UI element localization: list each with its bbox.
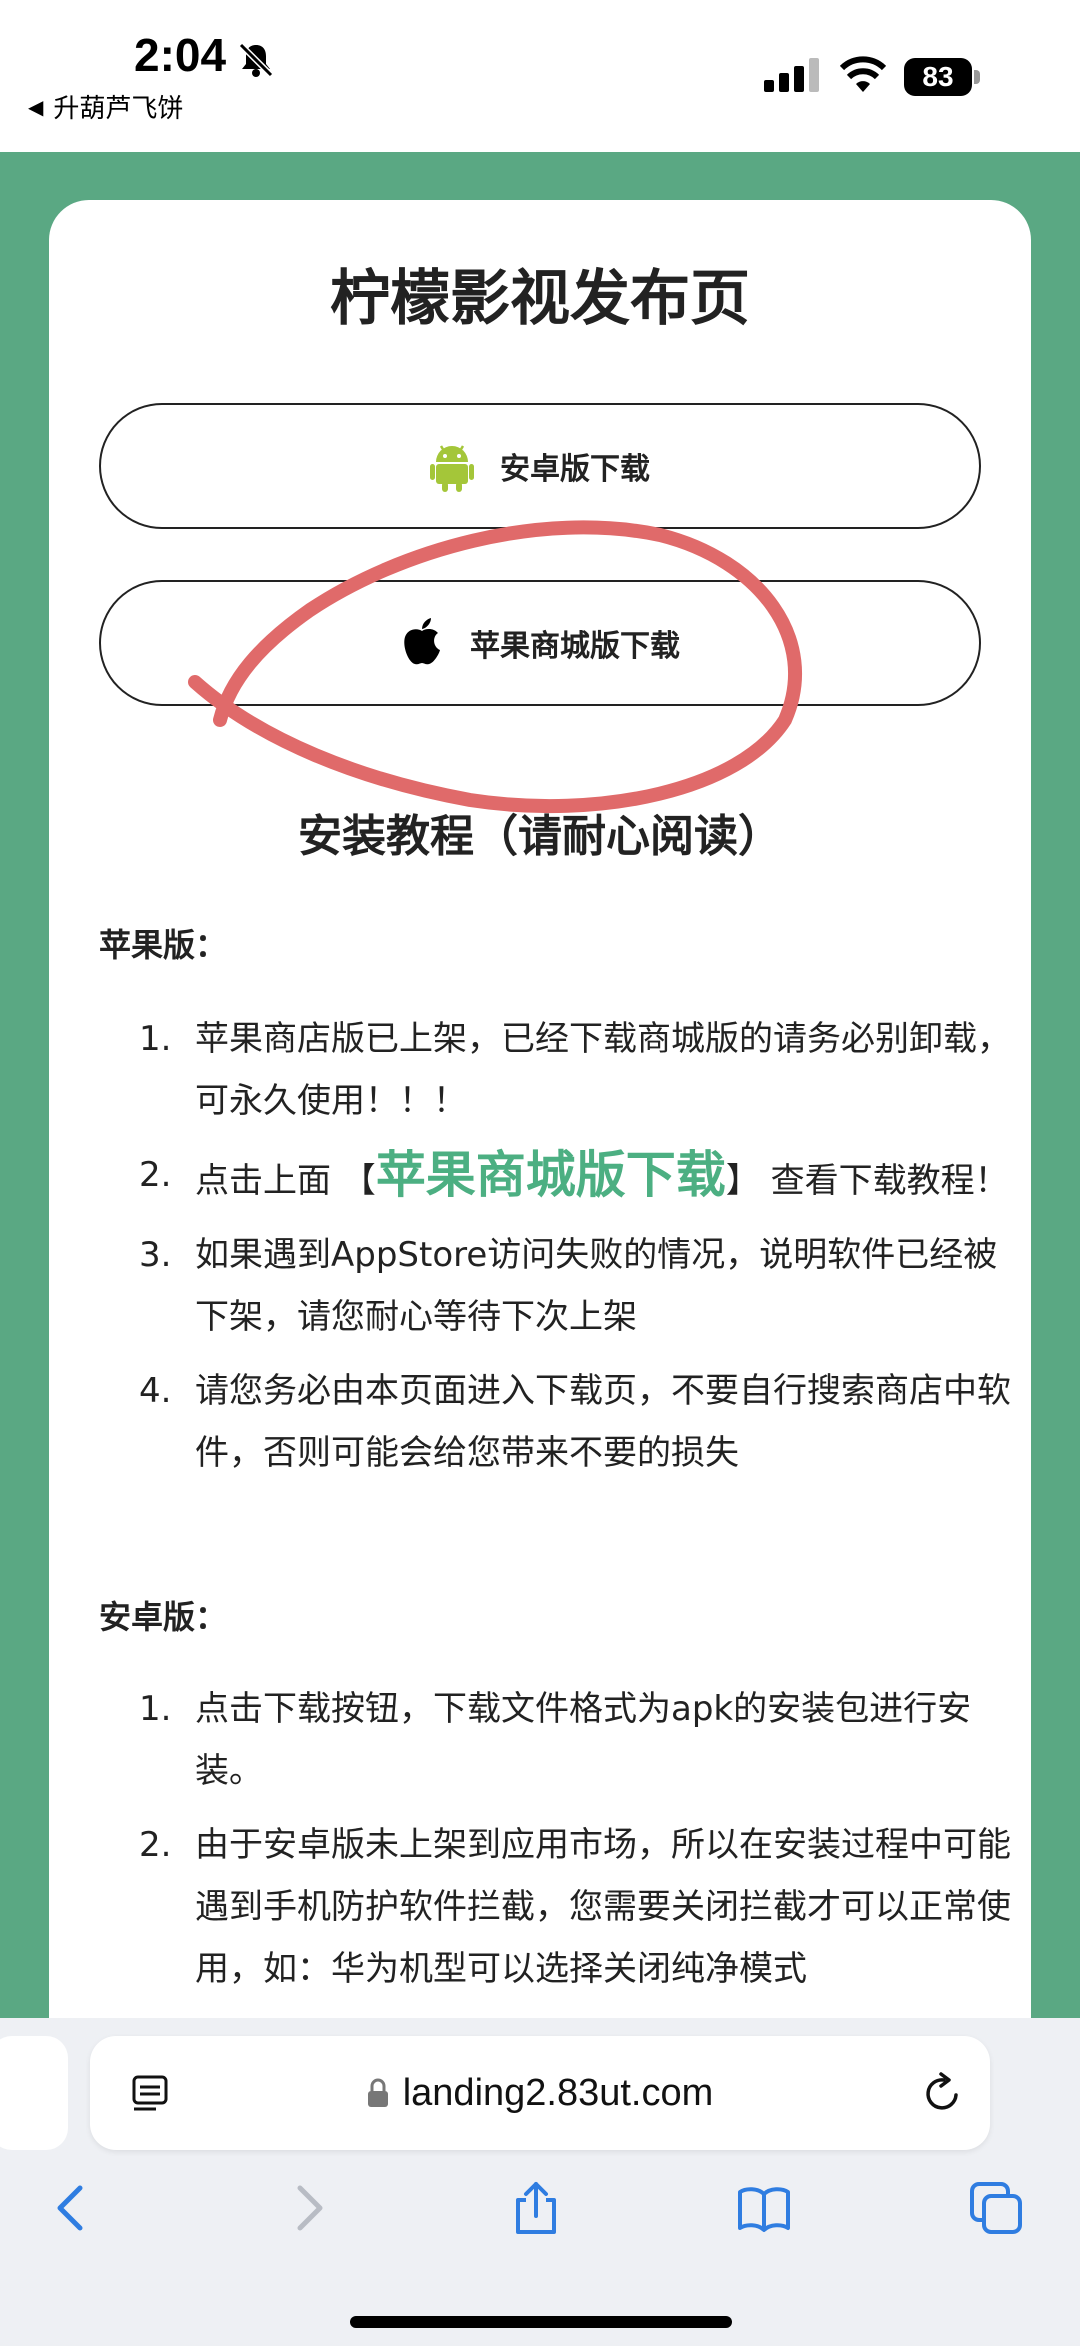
back-to-app-link[interactable]: ◀ 升葫芦飞饼 bbox=[28, 88, 183, 125]
cellular-signal-icon bbox=[764, 58, 819, 92]
forward-icon[interactable] bbox=[280, 2180, 336, 2236]
share-icon[interactable] bbox=[508, 2180, 564, 2236]
list-item: 2. 点击上面 【苹果商城版下载】 查看下载教程！ bbox=[139, 1146, 1009, 1204]
bell-muted-icon bbox=[238, 42, 274, 78]
lock-icon bbox=[367, 2078, 388, 2107]
home-indicator[interactable] bbox=[350, 2316, 732, 2328]
battery-level: 83 bbox=[904, 58, 972, 96]
apple-icon bbox=[404, 618, 440, 665]
content-card: 柠檬影视发布页 安卓版下载 苹果商城版下载 安装教程（请耐心阅读） 苹果版： 1… bbox=[49, 200, 1031, 2100]
highlight-ios-download: 苹果商城版下载 bbox=[375, 1146, 726, 1204]
ios-download-button[interactable]: 苹果商城版下载 bbox=[99, 580, 981, 706]
list-item: 1. 苹果商店版已上架，已经下载商城版的请务必别卸载，可永久使用！！！ bbox=[139, 1019, 1011, 1121]
status-bar: 2:04 ◀ 升葫芦飞饼 83 bbox=[0, 0, 1080, 152]
android-download-label: 安卓版下载 bbox=[500, 452, 650, 487]
android-download-button[interactable]: 安卓版下载 bbox=[99, 403, 981, 529]
previous-tab-peek[interactable] bbox=[0, 2036, 68, 2150]
reload-icon[interactable] bbox=[920, 2071, 964, 2115]
tabs-icon[interactable] bbox=[968, 2180, 1024, 2236]
page-title: 柠檬影视发布页 bbox=[330, 264, 750, 334]
list-item: 4. 请您务必由本页面进入下载页，不要自行搜索商店中软件，否则可能会给您带来不要… bbox=[139, 1371, 1011, 1473]
android-icon bbox=[430, 445, 474, 492]
back-app-label: 升葫芦飞饼 bbox=[53, 94, 184, 124]
android-section-heading: 安卓版： bbox=[99, 1598, 228, 1636]
wifi-icon bbox=[840, 56, 886, 92]
android-instructions-list: 1. 点击下载按钮，下载文件格式为apk的安装包进行安装。 2. 由于安卓版未上… bbox=[139, 1678, 1019, 2012]
ios-instructions-list: 1. 苹果商店版已上架，已经下载商城版的请务必别卸载，可永久使用！！！ 2. 点… bbox=[139, 1008, 1019, 1496]
list-item: 3. 如果遇到AppStore访问失败的情况，说明软件已经被下架，请您耐心等待下… bbox=[139, 1235, 998, 1337]
ios-section-heading: 苹果版： bbox=[99, 926, 228, 964]
list-item: 2. 由于安卓版未上架到应用市场，所以在安装过程中可能遇到手机防护软件拦截，您需… bbox=[139, 1825, 1011, 1989]
back-triangle-icon: ◀ bbox=[28, 94, 44, 119]
status-time: 2:04 bbox=[134, 29, 227, 81]
tutorial-title: 安装教程（请耐心阅读） bbox=[298, 811, 782, 862]
back-icon[interactable] bbox=[44, 2180, 100, 2236]
address-bar[interactable]: landing2.83ut.com bbox=[90, 2036, 990, 2150]
bookmarks-icon[interactable] bbox=[736, 2180, 792, 2236]
url-text: landing2.83ut.com bbox=[402, 2071, 714, 2114]
battery-icon: 83 bbox=[904, 58, 980, 96]
list-item: 1. 点击下载按钮，下载文件格式为apk的安装包进行安装。 bbox=[139, 1689, 972, 1791]
ios-download-label: 苹果商城版下载 bbox=[470, 629, 680, 664]
